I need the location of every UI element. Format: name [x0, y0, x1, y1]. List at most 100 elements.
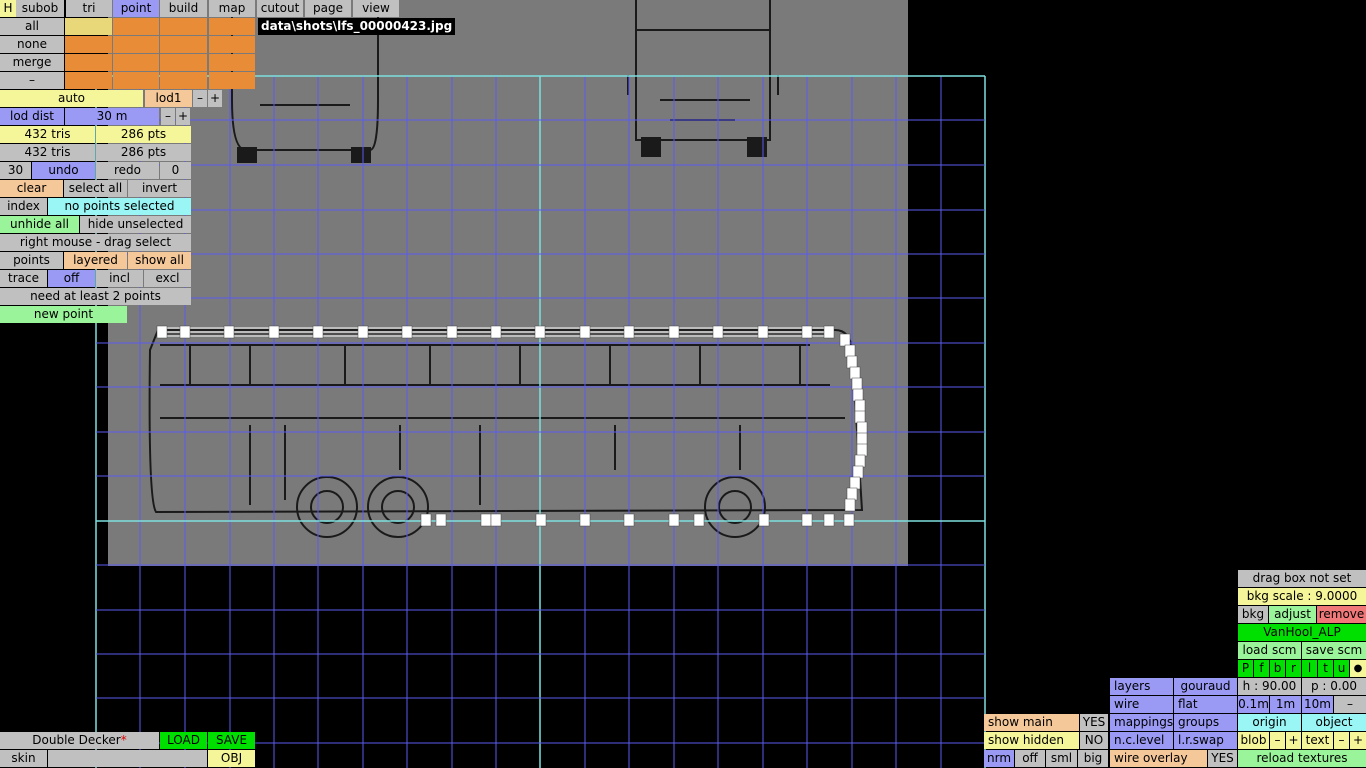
- clear-button[interactable]: clear: [0, 180, 63, 197]
- lod-minus-button[interactable]: –: [193, 90, 207, 107]
- minus-button[interactable]: –: [0, 72, 64, 89]
- lod-dist-value[interactable]: 30 m: [65, 108, 159, 125]
- step-minus-button[interactable]: –: [1334, 696, 1366, 713]
- model-name[interactable]: VanHool_ALP: [1238, 624, 1366, 641]
- show-main-toggle[interactable]: YES: [1080, 714, 1108, 731]
- selection-slot[interactable]: [113, 54, 159, 71]
- tab-map[interactable]: map: [209, 0, 255, 17]
- vertex-point[interactable]: [579, 513, 591, 527]
- selection-slot[interactable]: [65, 36, 112, 53]
- redo-button[interactable]: redo: [96, 162, 159, 179]
- save-button[interactable]: SAVE: [208, 732, 255, 749]
- vertex-point[interactable]: [268, 325, 280, 339]
- wire-button[interactable]: wire: [1110, 696, 1173, 713]
- selection-slot[interactable]: [113, 36, 159, 53]
- tab-view[interactable]: view: [353, 0, 399, 17]
- lod-level-button[interactable]: lod1: [145, 90, 192, 107]
- tab-h[interactable]: H: [0, 0, 16, 17]
- step-1m-button[interactable]: 1m: [1270, 696, 1301, 713]
- vertex-point[interactable]: [579, 325, 591, 339]
- remove-button[interactable]: remove: [1317, 606, 1366, 623]
- vertex-point[interactable]: [623, 513, 635, 527]
- invert-button[interactable]: invert: [128, 180, 191, 197]
- vertex-point[interactable]: [712, 325, 724, 339]
- lr-swap-button[interactable]: l.r.swap: [1174, 732, 1237, 749]
- view-nrm-button[interactable]: nrm: [984, 750, 1014, 767]
- vertex-point[interactable]: [839, 333, 851, 347]
- wire-overlay-toggle[interactable]: YES: [1208, 750, 1237, 767]
- vertex-point[interactable]: [156, 325, 168, 339]
- trace-incl-button[interactable]: incl: [96, 270, 143, 287]
- tab-build[interactable]: build: [160, 0, 207, 17]
- select-none-button[interactable]: none: [0, 36, 64, 53]
- blob-plus-button[interactable]: +: [1286, 732, 1301, 749]
- 3d-viewport[interactable]: [0, 0, 1366, 768]
- selection-slot[interactable]: [65, 18, 112, 35]
- vertex-point[interactable]: [846, 355, 858, 369]
- tab-tri[interactable]: tri: [66, 0, 112, 17]
- show-hidden-toggle[interactable]: NO: [1080, 732, 1108, 749]
- reload-textures-button[interactable]: reload textures: [1238, 750, 1366, 767]
- vertex-point[interactable]: [854, 399, 866, 413]
- selection-slot[interactable]: [160, 72, 207, 89]
- vertex-point[interactable]: [490, 325, 502, 339]
- selection-slot[interactable]: [113, 72, 159, 89]
- vertex-point[interactable]: [852, 465, 864, 479]
- flat-button[interactable]: flat: [1174, 696, 1237, 713]
- selection-slot[interactable]: [209, 18, 255, 35]
- save-scm-button[interactable]: save scm: [1302, 642, 1366, 659]
- vertex-point[interactable]: [420, 513, 432, 527]
- view-t-button[interactable]: t: [1318, 660, 1333, 677]
- vertex-point[interactable]: [852, 388, 864, 402]
- lod-auto-button[interactable]: auto: [0, 90, 143, 107]
- vertex-point[interactable]: [668, 513, 680, 527]
- view-off-button[interactable]: off: [1015, 750, 1045, 767]
- vertex-point[interactable]: [846, 487, 858, 501]
- pitch-value[interactable]: p : 0.00: [1302, 678, 1366, 695]
- vertex-point[interactable]: [534, 325, 546, 339]
- hide-unselected-button[interactable]: hide unselected: [80, 216, 191, 233]
- merge-button[interactable]: merge: [0, 54, 64, 71]
- gouraud-button[interactable]: gouraud: [1174, 678, 1237, 695]
- vertex-point[interactable]: [357, 325, 369, 339]
- selection-slot[interactable]: [65, 54, 112, 71]
- view-sml-button[interactable]: sml: [1046, 750, 1077, 767]
- heading-value[interactable]: h : 90.00: [1238, 678, 1301, 695]
- select-all-button[interactable]: all: [0, 18, 64, 35]
- bkg-scale-value[interactable]: bkg scale : 9.0000: [1238, 588, 1366, 605]
- adjust-button[interactable]: adjust: [1269, 606, 1316, 623]
- vertex-point[interactable]: [854, 454, 866, 468]
- index-button[interactable]: index: [0, 198, 47, 215]
- vertex-point[interactable]: [843, 513, 855, 527]
- view-f-button[interactable]: f: [1254, 660, 1269, 677]
- trace-off-button[interactable]: off: [48, 270, 95, 287]
- step-01m-button[interactable]: 0.1m: [1238, 696, 1269, 713]
- select-all-points-button[interactable]: select all: [64, 180, 127, 197]
- groups-button[interactable]: groups: [1174, 714, 1237, 731]
- text-minus-button[interactable]: –: [1334, 732, 1349, 749]
- vertex-point[interactable]: [490, 513, 502, 527]
- selection-slot[interactable]: [209, 36, 255, 53]
- vertex-point[interactable]: [623, 325, 635, 339]
- layered-button[interactable]: layered: [64, 252, 127, 269]
- view-big-button[interactable]: big: [1078, 750, 1108, 767]
- vertex-point[interactable]: [401, 325, 413, 339]
- tab-cutout[interactable]: cutout: [257, 0, 303, 17]
- vertex-point[interactable]: [801, 325, 813, 339]
- vertex-point[interactable]: [801, 513, 813, 527]
- vertex-point[interactable]: [856, 443, 868, 457]
- vertex-point[interactable]: [179, 325, 191, 339]
- view-b-button[interactable]: b: [1270, 660, 1285, 677]
- origin-button[interactable]: origin: [1238, 714, 1301, 731]
- points-button[interactable]: points: [0, 252, 63, 269]
- view-u-button[interactable]: u: [1334, 660, 1349, 677]
- unhide-all-button[interactable]: unhide all: [0, 216, 79, 233]
- vertex-point[interactable]: [856, 432, 868, 446]
- selection-slot[interactable]: [160, 54, 207, 71]
- selection-slot[interactable]: [209, 54, 255, 71]
- blob-minus-button[interactable]: –: [1270, 732, 1285, 749]
- new-point-button[interactable]: new point: [0, 306, 127, 323]
- layers-button[interactable]: layers: [1110, 678, 1173, 695]
- view-r-button[interactable]: r: [1286, 660, 1301, 677]
- load-scm-button[interactable]: load scm: [1238, 642, 1301, 659]
